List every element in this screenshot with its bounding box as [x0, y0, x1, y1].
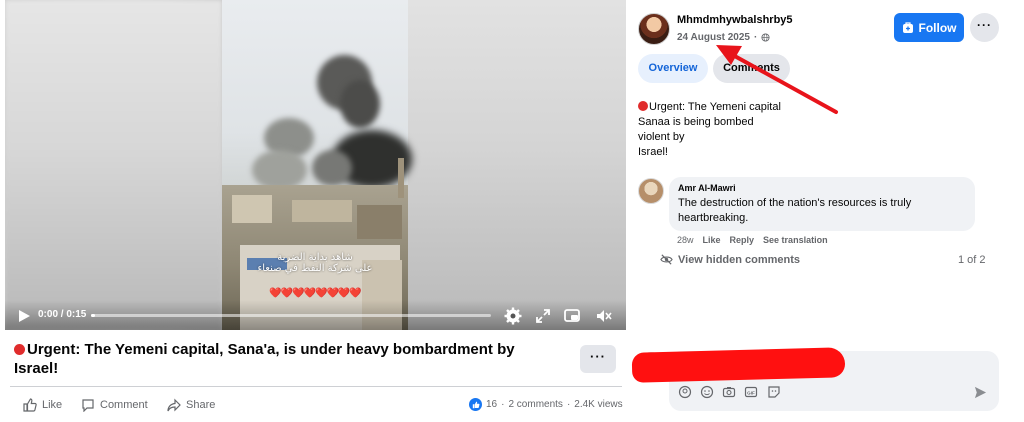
video-blur-left — [5, 0, 222, 330]
smoke-plume — [312, 150, 352, 186]
hearts-overlay: ❤️❤️❤️❤️❤️❤️❤️❤️ — [269, 288, 362, 299]
building — [398, 158, 404, 198]
post-date: 24 August 2025 · — [677, 32, 770, 43]
watermark-line: على شركة النفط في صنعاء — [257, 263, 373, 274]
sticker-icon[interactable] — [767, 385, 781, 399]
avatar-sticker-icon[interactable] — [678, 385, 692, 399]
gif-icon[interactable]: GIF — [744, 385, 758, 399]
video-player[interactable]: شاهد بداية الضربة على شركة النفط في صنعا… — [5, 0, 626, 330]
smoke-plume — [252, 150, 307, 190]
emoji-icon[interactable] — [700, 385, 714, 399]
tab-overview[interactable]: Overview — [638, 54, 708, 83]
video-controls: 0:00 / 0:15 — [5, 300, 626, 330]
post-stats: 16 · 2 comments · 2.4K views — [469, 398, 623, 411]
watermark-line: شاهد بداية الضربة — [277, 252, 353, 263]
post-body-line: Sanaa is being bombed — [638, 116, 754, 128]
red-circle-icon — [14, 344, 25, 355]
date-separator: · — [754, 32, 758, 43]
video-blur-right — [408, 0, 626, 330]
post-date-text[interactable]: 24 August 2025 — [677, 32, 750, 43]
share-button[interactable]: Share — [167, 398, 215, 412]
reaction-count[interactable]: 16 — [486, 399, 497, 410]
follow-page-icon — [902, 21, 913, 33]
commenter-avatar[interactable] — [638, 178, 664, 204]
comment-age[interactable]: 28w — [677, 235, 694, 245]
comment-button[interactable]: Comment — [81, 398, 148, 412]
video-time: 0:00 / 0:15 — [38, 309, 87, 320]
progress-fill — [91, 314, 95, 317]
camera-icon[interactable] — [722, 385, 736, 399]
tab-comments[interactable]: Comments — [713, 54, 790, 83]
video-watermark: شاهد بداية الضربة على شركة النفط في صنعا… — [222, 252, 408, 274]
stats-separator: · — [501, 399, 505, 410]
post-body: Urgent: The Yemeni capital Sanaa is bein… — [638, 100, 828, 160]
post-caption: Urgent: The Yemeni capital, Sana'a, is u… — [14, 340, 554, 378]
thumbs-up-icon — [23, 398, 37, 412]
post-body-line: Israel! — [638, 146, 668, 158]
view-count: 2.4K views — [574, 399, 623, 410]
comment-author[interactable]: Amr Al-Mawri — [678, 183, 966, 193]
post-body-line: Urgent: The Yemeni capital — [638, 100, 828, 115]
progress-bar[interactable] — [91, 314, 491, 317]
see-translation-link[interactable]: See translation — [763, 235, 828, 245]
share-arrow-icon — [167, 398, 181, 412]
smoke-plume — [340, 80, 380, 128]
follow-label: Follow — [918, 20, 957, 35]
like-reaction-icon — [469, 398, 482, 411]
follow-button[interactable]: Follow — [894, 13, 964, 42]
post-body-line: violent by — [638, 131, 685, 143]
share-label: Share — [186, 399, 216, 411]
comment-meta: 28w Like Reply See translation — [677, 235, 828, 245]
picture-in-picture-icon[interactable] — [563, 307, 581, 325]
redaction-scribble — [631, 347, 846, 383]
settings-gear-icon[interactable] — [504, 307, 522, 325]
author-avatar[interactable] — [638, 13, 670, 45]
comment-text: The destruction of the nation's resource… — [678, 197, 912, 224]
mute-icon[interactable] — [595, 307, 613, 325]
building — [357, 205, 402, 239]
view-hidden-label: View hidden comments — [678, 253, 801, 266]
comment-like-link[interactable]: Like — [703, 235, 721, 245]
fullscreen-icon[interactable] — [534, 307, 552, 325]
header-more-button[interactable]: ··· — [970, 13, 999, 42]
comment-label: Comment — [100, 399, 148, 411]
eye-slash-icon — [660, 254, 673, 265]
like-label: Like — [42, 399, 63, 411]
post-body-text: Urgent: The Yemeni capital — [649, 101, 781, 113]
play-icon[interactable] — [17, 309, 31, 323]
send-icon[interactable] — [974, 386, 987, 399]
like-button[interactable]: Like — [23, 398, 62, 412]
stats-separator: · — [566, 399, 571, 410]
comment-pager: 1 of 2 — [958, 254, 986, 266]
post-title-text: Urgent: The Yemeni capital, Sana'a, is u… — [14, 341, 515, 377]
post-more-button[interactable]: ··· — [580, 345, 616, 373]
comment-bubble-icon — [82, 399, 94, 412]
author-name[interactable]: Mhmdmhywbalshrby5 — [677, 14, 793, 26]
red-circle-icon — [638, 101, 648, 111]
comment-bubble: Amr Al-Mawri The destruction of the nati… — [669, 177, 975, 231]
globe-icon — [761, 33, 770, 42]
actions-divider — [10, 386, 622, 387]
svg-text:GIF: GIF — [747, 390, 755, 395]
comment-reply-link[interactable]: Reply — [730, 235, 755, 245]
building — [292, 200, 352, 222]
comment-count[interactable]: 2 comments — [508, 399, 562, 410]
video-frame: شاهد بداية الضربة على شركة النفط في صنعا… — [222, 0, 412, 330]
building — [232, 195, 272, 223]
post-title: Urgent: The Yemeni capital, Sana'a, is u… — [14, 340, 554, 378]
view-hidden-comments[interactable]: View hidden comments — [660, 253, 800, 266]
